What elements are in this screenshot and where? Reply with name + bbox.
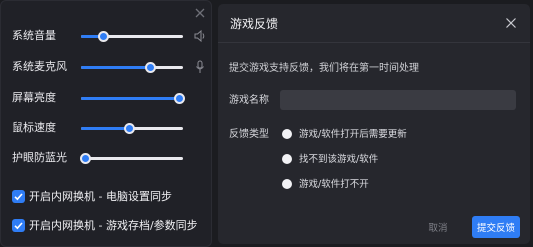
game-name-input[interactable]	[280, 90, 516, 110]
close-icon[interactable]	[505, 17, 517, 29]
slider-label: 屏幕亮度	[12, 91, 56, 104]
feedback-type-label: 反馈类型	[229, 129, 269, 140]
check-icon[interactable]	[12, 219, 25, 232]
dialog-title: 游戏反馈	[230, 17, 279, 31]
brightness-slider[interactable]	[81, 93, 185, 104]
slider-label: 鼠标速度	[12, 121, 56, 134]
lan-game-save-sync-option[interactable]: 开启内网换机 - 游戏存档/参数同步	[1, 216, 213, 236]
slider-fill	[81, 97, 179, 100]
blue-light-slider-row: 护眼防蓝光	[1, 147, 213, 169]
radio-button[interactable]	[282, 179, 292, 189]
feedback-option-needs-update[interactable]: 游戏/软件打开后需要更新	[282, 128, 482, 144]
check-icon[interactable]	[12, 190, 25, 203]
slider-thumb[interactable]	[173, 93, 185, 104]
mouse-speed-slider[interactable]	[81, 123, 183, 134]
microphone-slider[interactable]	[81, 62, 183, 73]
game-feedback-dialog: 游戏反馈 提交游戏支持反馈，我们将在第一时间处理 游戏名称 反馈类型 游戏/软件…	[218, 4, 530, 244]
radio-label: 游戏/软件打不开	[299, 179, 369, 190]
checkbox-label: 开启内网换机 - 游戏存档/参数同步	[29, 219, 198, 232]
checkbox-label: 开启内网换机 - 电脑设置同步	[29, 190, 172, 203]
slider-fill	[81, 127, 129, 130]
divider	[218, 42, 530, 43]
feedback-option-cannot-open[interactable]: 游戏/软件打不开	[282, 178, 482, 194]
dialog-description: 提交游戏支持反馈，我们将在第一时间处理	[229, 63, 419, 74]
lan-pc-settings-sync-option[interactable]: 开启内网换机 - 电脑设置同步	[1, 187, 213, 207]
radio-button[interactable]	[282, 154, 292, 164]
volume-slider-row: 系统音量	[1, 25, 213, 47]
cancel-button[interactable]: 取消	[416, 216, 460, 238]
game-name-label: 游戏名称	[229, 95, 269, 106]
radio-label: 找不到该游戏/软件	[299, 154, 379, 165]
close-icon[interactable]	[193, 6, 207, 20]
slider-thumb[interactable]	[123, 123, 135, 134]
speaker-icon[interactable]	[194, 29, 206, 43]
mouse-speed-slider-row: 鼠标速度	[1, 117, 213, 139]
feedback-option-not-found[interactable]: 找不到该游戏/软件	[282, 153, 482, 169]
slider-label: 系统音量	[12, 29, 56, 42]
slider-thumb[interactable]	[80, 153, 92, 164]
slider-thumb[interactable]	[145, 62, 157, 73]
slider-thumb[interactable]	[98, 31, 110, 42]
quick-settings-panel: 系统音量 系统麦克风 屏幕亮度 鼠标速度 护眼防蓝光 开启内网换机 - 电脑设置…	[0, 0, 212, 247]
slider-label: 护眼防蓝光	[12, 151, 67, 164]
slider-fill	[81, 66, 151, 69]
radio-button[interactable]	[282, 129, 292, 139]
radio-label: 游戏/软件打开后需要更新	[299, 129, 407, 140]
blue-light-slider[interactable]	[80, 153, 183, 164]
volume-slider[interactable]	[81, 31, 183, 42]
brightness-slider-row: 屏幕亮度	[1, 87, 213, 109]
microphone-icon[interactable]	[194, 60, 206, 74]
microphone-slider-row: 系统麦克风	[1, 56, 213, 78]
submit-feedback-button[interactable]: 提交反馈	[472, 216, 520, 238]
slider-label: 系统麦克风	[12, 60, 67, 73]
